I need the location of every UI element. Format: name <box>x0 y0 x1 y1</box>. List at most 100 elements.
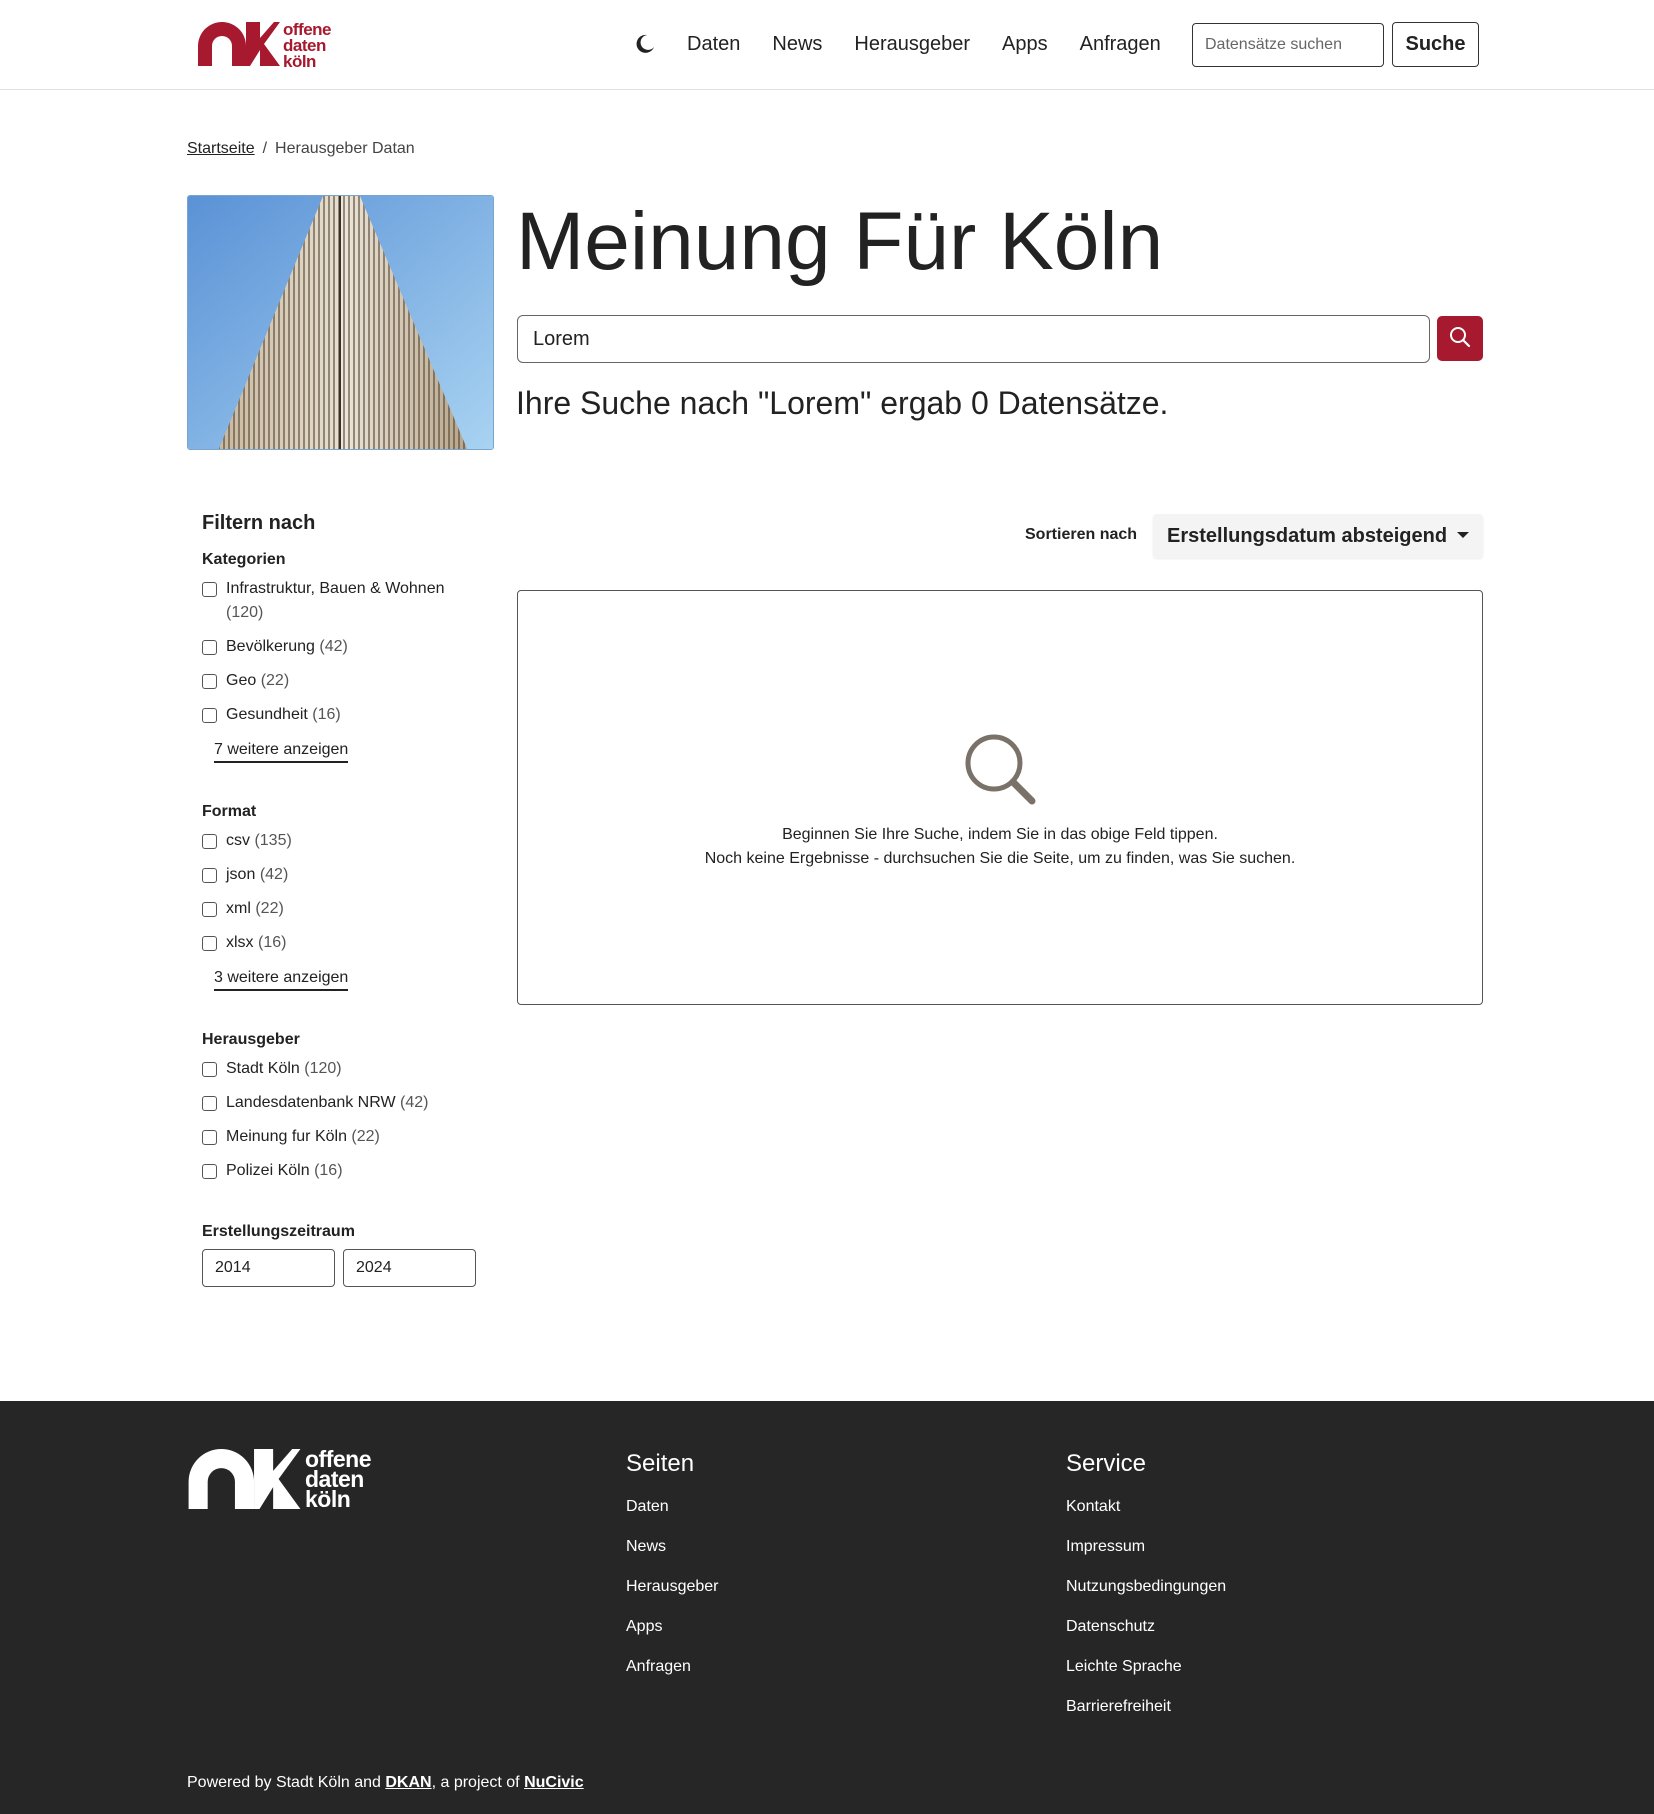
checkbox[interactable] <box>202 582 217 597</box>
facet-item[interactable]: Gesundheit (16) <box>202 703 502 727</box>
facet-title-publisher: Herausgeber <box>202 1031 300 1048</box>
breadcrumb-current: Herausgeber Datan <box>275 140 415 157</box>
filter-title: Filtern nach <box>202 512 316 534</box>
footer-logo[interactable]: offene daten köln <box>187 1446 377 1512</box>
date-from-input[interactable] <box>202 1249 335 1287</box>
facet-title-period: Erstellungszeitraum <box>202 1223 355 1240</box>
facet-item-label: Bevölkerung <box>226 638 315 655</box>
facet-item[interactable]: json (42) <box>202 863 502 887</box>
breadcrumb-home[interactable]: Startseite <box>187 140 255 158</box>
magnifier-large-icon <box>962 731 1038 812</box>
site-header: offene daten köln Daten News Herausgeber… <box>0 0 1654 90</box>
checkbox[interactable] <box>202 1130 217 1145</box>
nucivic-link[interactable]: NuCivic <box>524 1774 584 1791</box>
show-more-format-link[interactable]: 3 weitere anzeigen <box>214 969 349 991</box>
facet-item[interactable]: xml (22) <box>202 897 502 921</box>
main-nav: Daten News Herausgeber Apps Anfragen <box>687 28 1161 60</box>
footer-link-nutzungsbedingungen[interactable]: Nutzungsbedingungen <box>1066 1577 1226 1597</box>
facet-item-count: (120) <box>226 604 264 621</box>
footer-link-impressum[interactable]: Impressum <box>1066 1537 1226 1557</box>
facet-categories: Kategorien Infrastruktur, Bauen & Wohnen… <box>202 551 502 763</box>
facet-item-count: (135) <box>254 832 292 849</box>
site-footer: offene daten köln Seiten Daten News Hera… <box>0 1401 1654 1814</box>
facet-item[interactable]: Stadt Köln (120) <box>202 1057 502 1081</box>
facet-item[interactable]: Infrastruktur, Bauen & Wohnen (120) <box>202 577 502 625</box>
publisher-image <box>187 195 494 450</box>
site-logo[interactable]: offene daten köln <box>198 21 340 70</box>
date-to-input[interactable] <box>343 1249 476 1287</box>
main-search-button[interactable] <box>1437 316 1483 361</box>
footer-link-barrierefreiheit[interactable]: Barrierefreiheit <box>1066 1697 1226 1717</box>
facet-item[interactable]: Geo (22) <box>202 669 502 693</box>
sort-dropdown[interactable]: Erstellungsdatum absteigend <box>1153 514 1483 558</box>
footer-link-daten[interactable]: Daten <box>626 1497 719 1517</box>
footer-link-herausgeber[interactable]: Herausgeber <box>626 1577 719 1597</box>
facet-publisher: Herausgeber Stadt Köln (120) Landesdaten… <box>202 1031 502 1183</box>
logo-mark-icon <box>198 22 280 66</box>
footer-link-anfragen[interactable]: Anfragen <box>626 1657 719 1677</box>
checkbox[interactable] <box>202 834 217 849</box>
facet-title-categories: Kategorien <box>202 551 286 568</box>
checkbox[interactable] <box>202 674 217 689</box>
facet-title-format: Format <box>202 803 257 820</box>
main-search-input[interactable] <box>517 315 1430 363</box>
header-search-input[interactable] <box>1192 23 1384 67</box>
footer-link-apps[interactable]: Apps <box>626 1617 719 1637</box>
facet-format: Format csv (135) json (42) xml (22) xlsx… <box>202 803 502 991</box>
nav-apps[interactable]: Apps <box>1002 28 1048 60</box>
facet-item-count: (16) <box>312 706 341 723</box>
footer-logo-wordmark: offene daten köln <box>305 1446 372 1512</box>
facet-item[interactable]: Polizei Köln (16) <box>202 1159 502 1183</box>
filter-sidebar: Filtern nach Kategorien Infrastruktur, B… <box>202 512 502 1327</box>
checkbox[interactable] <box>202 708 217 723</box>
moon-icon[interactable] <box>632 32 656 56</box>
breadcrumb: Startseite / Herausgeber Datan <box>187 140 415 158</box>
facet-item-label: csv <box>226 832 250 849</box>
checkbox[interactable] <box>202 1096 217 1111</box>
breadcrumb-separator: / <box>262 140 268 157</box>
facet-item[interactable]: Bevölkerung (42) <box>202 635 502 659</box>
nav-daten[interactable]: Daten <box>687 28 740 60</box>
checkbox[interactable] <box>202 1062 217 1077</box>
facet-item-label: Geo <box>226 672 257 689</box>
header-search-button[interactable]: Suche <box>1392 22 1479 67</box>
search-icon <box>1449 326 1471 351</box>
footer-link-leichte-sprache[interactable]: Leichte Sprache <box>1066 1657 1226 1677</box>
page-title: Meinung Für Köln <box>516 196 1164 287</box>
footer-pages: Seiten Daten News Herausgeber Apps Anfra… <box>626 1449 719 1697</box>
facet-item[interactable]: csv (135) <box>202 829 502 853</box>
facet-item-label: Infrastruktur, Bauen & Wohnen <box>226 580 445 597</box>
footer-logo-mark-icon <box>188 1449 301 1509</box>
dkan-link[interactable]: DKAN <box>385 1774 431 1791</box>
facet-item-label: Meinung fur Köln <box>226 1128 347 1145</box>
chevron-down-icon <box>1457 532 1469 538</box>
facet-item[interactable]: Meinung fur Köln (22) <box>202 1125 502 1149</box>
nav-news[interactable]: News <box>772 28 822 60</box>
facet-item-count: (22) <box>255 900 284 917</box>
facet-item-count: (42) <box>259 866 289 883</box>
checkbox[interactable] <box>202 936 217 951</box>
powered-middle: , a project of <box>431 1774 525 1791</box>
checkbox[interactable] <box>202 868 217 883</box>
facet-item-label: xlsx <box>226 934 254 951</box>
facet-item[interactable]: Landesdatenbank NRW (42) <box>202 1091 502 1115</box>
checkbox[interactable] <box>202 640 217 655</box>
footer-pages-title: Seiten <box>626 1450 695 1477</box>
facet-item-count: (120) <box>304 1060 342 1077</box>
search-result-summary: Ihre Suche nach "Lorem" ergab 0 Datensät… <box>516 385 1169 421</box>
facet-item-count: (22) <box>260 672 290 689</box>
nav-herausgeber[interactable]: Herausgeber <box>854 28 970 60</box>
show-more-categories-link[interactable]: 7 weitere anzeigen <box>214 741 349 763</box>
footer-link-datenschutz[interactable]: Datenschutz <box>1066 1617 1226 1637</box>
footer-link-news[interactable]: News <box>626 1537 719 1557</box>
footer-link-kontakt[interactable]: Kontakt <box>1066 1497 1226 1517</box>
nav-anfragen[interactable]: Anfragen <box>1080 28 1161 60</box>
powered-prefix: Powered by Stadt Köln and <box>187 1774 386 1791</box>
facet-item-label: Polizei Köln <box>226 1162 310 1179</box>
checkbox[interactable] <box>202 1164 217 1179</box>
checkbox[interactable] <box>202 902 217 917</box>
empty-results-message: Beginnen Sie Ihre Suche, indem Sie in da… <box>518 823 1482 871</box>
footer-service-title: Service <box>1066 1450 1147 1477</box>
facet-item[interactable]: xlsx (16) <box>202 931 502 955</box>
facet-period: Erstellungszeitraum <box>202 1223 502 1287</box>
